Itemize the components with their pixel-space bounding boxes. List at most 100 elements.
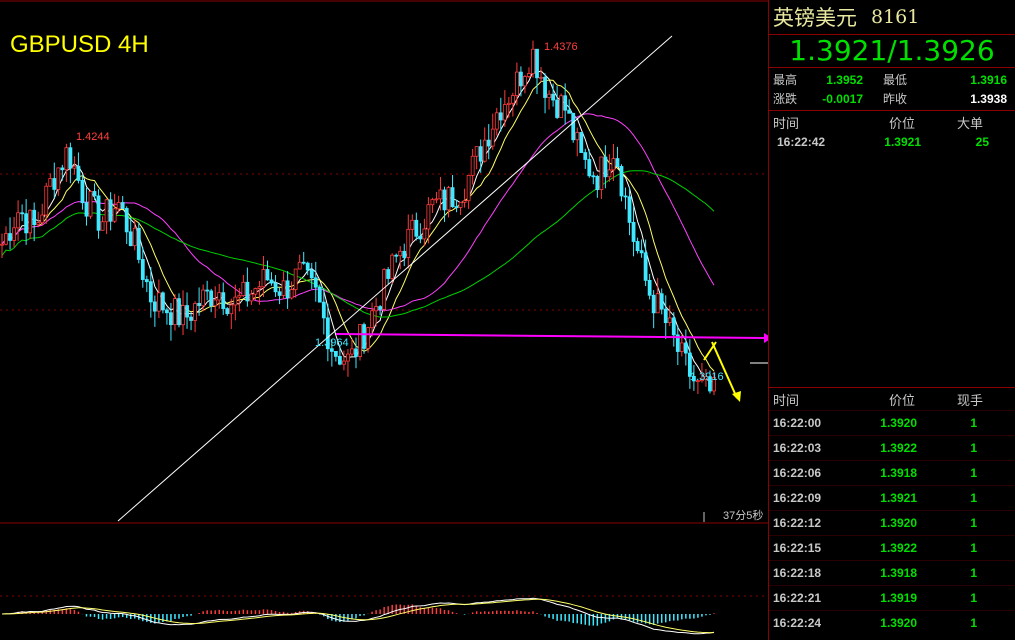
candle-down bbox=[177, 298, 181, 326]
row-vol: 1 bbox=[970, 441, 977, 455]
candle-down bbox=[595, 175, 600, 191]
candle-up bbox=[474, 146, 479, 157]
row-price: 1.3921 bbox=[884, 135, 921, 149]
candle-down bbox=[185, 305, 189, 318]
candle-down bbox=[631, 221, 636, 242]
row-price: 1.3918 bbox=[880, 566, 917, 580]
candle-up bbox=[217, 292, 222, 301]
candle-down bbox=[277, 291, 282, 296]
candle-down bbox=[144, 279, 149, 283]
row-time: 16:22:12 bbox=[773, 516, 822, 530]
col-vol: 现手 bbox=[956, 392, 983, 408]
candle-up bbox=[342, 360, 346, 365]
macd-indicator bbox=[1, 597, 715, 635]
candle-up bbox=[237, 295, 242, 298]
candle-up bbox=[506, 102, 511, 105]
trade-row[interactable]: 16:22:12 1.3920 1 bbox=[769, 510, 1015, 535]
candle-down bbox=[148, 281, 153, 303]
big-order-header: 时间 价位 大单 bbox=[769, 111, 1015, 133]
candle-up bbox=[398, 250, 403, 257]
candle-up bbox=[281, 280, 286, 296]
big-order-section: 时间 价位 大单 16:22:42 1.3921 25 bbox=[769, 111, 1015, 388]
candle-down bbox=[68, 147, 73, 169]
candle-up bbox=[104, 199, 109, 223]
candle-up bbox=[293, 268, 298, 290]
candle-down bbox=[20, 212, 25, 215]
candle-down bbox=[333, 351, 338, 357]
col-vol: 大单 bbox=[956, 115, 983, 131]
candle-up bbox=[462, 200, 467, 203]
candle-up bbox=[193, 303, 197, 321]
candle-down bbox=[450, 187, 455, 208]
candle-up bbox=[523, 76, 527, 87]
trade-row[interactable]: 16:22:24 1.3920 1 bbox=[769, 610, 1015, 635]
candle-down bbox=[627, 196, 632, 223]
stat-label: 涨跌 bbox=[773, 92, 798, 106]
candle-down bbox=[52, 178, 57, 190]
candle-down bbox=[386, 269, 391, 279]
candle-up bbox=[458, 201, 463, 208]
row-price: 1.3920 bbox=[880, 516, 917, 530]
candlestick-chart[interactable]: GBPUSD 4H 1.4244 1.4376 1.3964 1.3916 37… bbox=[0, 0, 768, 640]
trade-header: 时间 价位 现手 bbox=[769, 388, 1015, 410]
row-time: 16:22:00 bbox=[773, 416, 822, 430]
candle-down bbox=[265, 269, 270, 281]
trade-row[interactable]: 16:22:00 1.3920 1 bbox=[769, 410, 1015, 435]
ma-longest-line bbox=[1, 170, 715, 318]
support-line[interactable] bbox=[335, 333, 765, 339]
candle-down bbox=[543, 76, 547, 98]
candle-up bbox=[229, 304, 234, 315]
candle-up bbox=[289, 289, 294, 299]
trade-row[interactable]: 16:22:15 1.3922 1 bbox=[769, 535, 1015, 560]
candle-up bbox=[56, 167, 61, 190]
candle-up bbox=[358, 324, 362, 357]
row-vol: 1 bbox=[970, 466, 977, 480]
candle-down bbox=[161, 292, 165, 311]
candle-down bbox=[337, 356, 342, 365]
candle-down bbox=[551, 93, 555, 101]
big-order-row[interactable]: 16:22:42 1.3921 25 bbox=[769, 133, 1015, 151]
candle-down bbox=[321, 301, 326, 319]
candle-up bbox=[446, 187, 451, 211]
candle-down bbox=[152, 301, 157, 312]
row-time: 16:22:03 bbox=[773, 441, 822, 455]
candle-down bbox=[285, 280, 290, 299]
candle-down bbox=[225, 308, 230, 315]
candle-up bbox=[559, 95, 564, 118]
trade-row[interactable]: 16:22:21 1.3919 1 bbox=[769, 585, 1015, 610]
candle-up bbox=[173, 298, 177, 326]
candle-down bbox=[563, 95, 568, 111]
candle-up bbox=[213, 299, 218, 307]
candle-up bbox=[132, 227, 137, 247]
candle-down bbox=[603, 156, 608, 178]
candle-up bbox=[112, 208, 117, 222]
candle-down bbox=[165, 309, 169, 314]
candle-down bbox=[309, 269, 314, 279]
candle-down bbox=[671, 317, 676, 336]
label-low-current: 1.3916 bbox=[690, 371, 724, 383]
candle-down bbox=[591, 175, 596, 178]
trendline[interactable] bbox=[117, 35, 673, 522]
candle-up bbox=[48, 178, 53, 187]
candle-up bbox=[679, 342, 684, 352]
macd-dea-line bbox=[1, 598, 714, 634]
candle-down bbox=[643, 252, 648, 281]
row-time: 16:22:21 bbox=[773, 591, 822, 605]
candle-up bbox=[233, 296, 238, 306]
candle-down bbox=[205, 289, 210, 292]
trade-row[interactable]: 16:22:09 1.3921 1 bbox=[769, 485, 1015, 510]
candle-up bbox=[28, 209, 33, 234]
candle-up bbox=[366, 327, 370, 349]
row-vol: 1 bbox=[970, 541, 977, 555]
candle-down bbox=[108, 199, 113, 222]
candle-down bbox=[120, 202, 125, 209]
candle-down bbox=[301, 261, 306, 264]
candle-up bbox=[249, 293, 254, 302]
trade-row[interactable]: 16:22:06 1.3918 1 bbox=[769, 460, 1015, 485]
candle-up bbox=[531, 48, 535, 75]
candle-up bbox=[438, 189, 443, 200]
trade-row[interactable]: 16:22:18 1.3918 1 bbox=[769, 560, 1015, 585]
trade-row[interactable]: 16:22:03 1.3922 1 bbox=[769, 435, 1015, 460]
candle-up bbox=[257, 286, 262, 289]
candle-up bbox=[0, 243, 4, 246]
